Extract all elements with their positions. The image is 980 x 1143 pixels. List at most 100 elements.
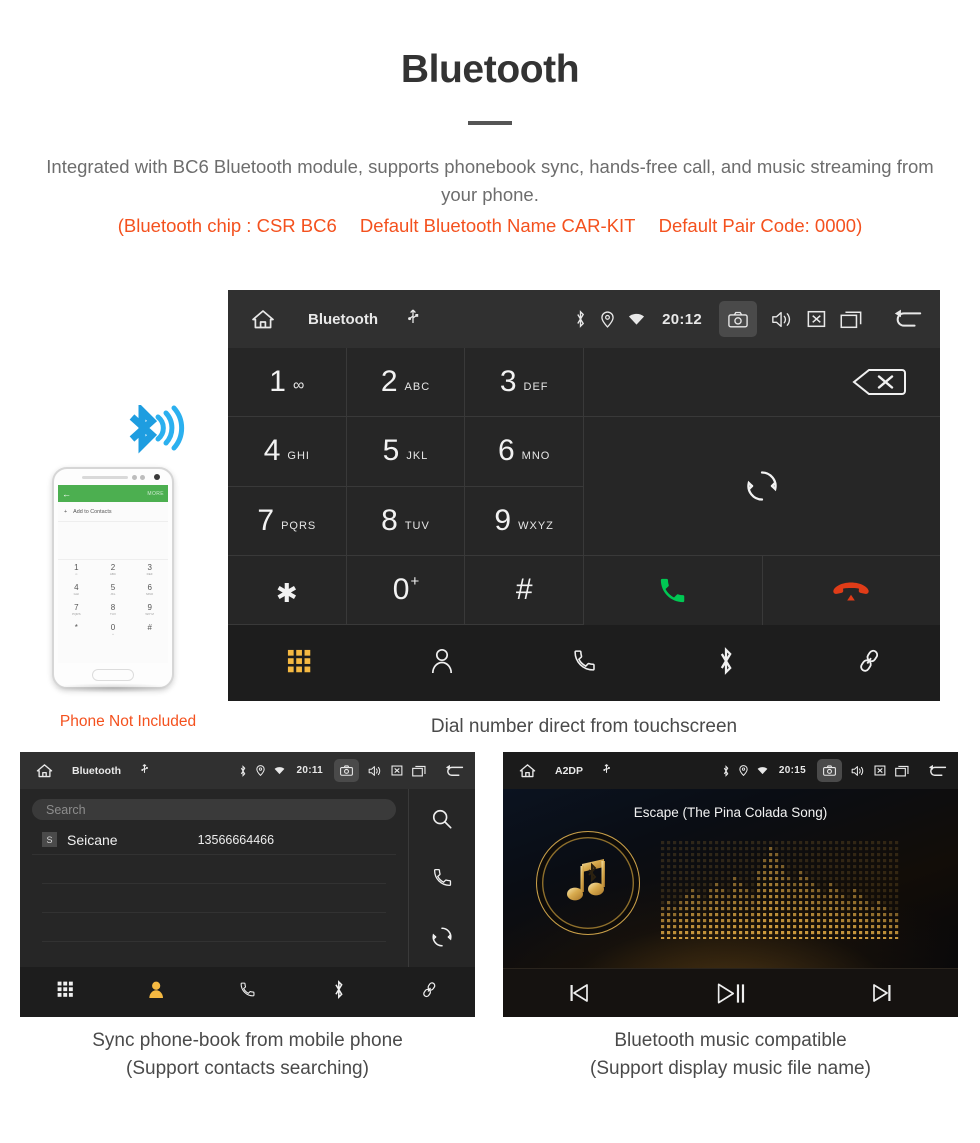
- recent-apps-icon[interactable]: [895, 765, 910, 777]
- phone-speaker: [82, 476, 128, 479]
- nav-item-bluetooth[interactable]: [293, 980, 384, 1004]
- contacts-body: Search S Seicane 13566664466: [20, 789, 475, 967]
- phone-dial-key: 2 ABC: [95, 560, 132, 580]
- mute-icon[interactable]: [391, 765, 403, 776]
- track-title: Escape (The Pina Colada Song): [633, 805, 828, 820]
- camera-icon[interactable]: [817, 759, 842, 782]
- camera-icon[interactable]: [719, 301, 757, 337]
- head-unit-dialer-screen: Bluetooth 20:12 1 ∞ 2 ABC 3 DEF 4 GHI 5 …: [228, 290, 940, 701]
- screen-title: Bluetooth: [308, 310, 378, 328]
- phone-add-to-contacts: + Add to Contacts: [58, 502, 168, 522]
- next-button[interactable]: [806, 982, 958, 1004]
- key-letters: [76, 632, 77, 636]
- dial-key-1[interactable]: 1 ∞: [228, 348, 347, 418]
- contact-row[interactable]: S Seicane 13566664466: [32, 825, 396, 855]
- hangup-button[interactable]: [763, 556, 941, 625]
- phone-call-row: [58, 660, 168, 663]
- dial-key-8[interactable]: 8 TUV: [346, 486, 466, 556]
- head-unit-music-screen: A2DP 20:15 Escape (The Pina Colada Song): [503, 752, 958, 1017]
- recent-apps-icon[interactable]: [412, 765, 427, 777]
- phone-dial-key: 0 +: [95, 620, 132, 640]
- dialpad-grid: 1 ∞ 2 ABC 3 DEF 4 GHI 5 JKL 6 MNO 7 PQRS 8 TUV 9 WXYZ ✱ 0 + #: [228, 348, 584, 625]
- phone-dial-key: 9 WXYZ: [131, 600, 168, 620]
- sync-button[interactable]: [584, 417, 940, 556]
- screen-title: A2DP: [555, 764, 584, 777]
- key-letters: GHI: [73, 591, 79, 596]
- dial-button[interactable]: [409, 848, 475, 907]
- volume-icon[interactable]: [368, 765, 382, 777]
- nav-item-dialpad[interactable]: [228, 649, 370, 678]
- nav-item-link[interactable]: [798, 648, 940, 679]
- key-number: 5: [382, 434, 400, 468]
- search-input[interactable]: Search: [32, 799, 396, 820]
- key-number: 9: [147, 602, 152, 612]
- back-arrow-icon[interactable]: [444, 764, 465, 778]
- key-letters: JKL: [110, 591, 116, 596]
- back-arrow-icon[interactable]: [892, 308, 924, 330]
- home-icon[interactable]: [28, 762, 60, 779]
- call-button[interactable]: [584, 556, 763, 625]
- dial-key-4[interactable]: 4 GHI: [228, 417, 347, 487]
- previous-button[interactable]: [503, 982, 655, 1004]
- key-number: 1: [74, 562, 79, 572]
- bluetooth-icon: [574, 310, 587, 328]
- phone-sensor: [132, 474, 137, 480]
- dial-key-9[interactable]: 9 WXYZ: [465, 486, 584, 556]
- spec-chip: (Bluetooth chip : CSR BC6: [117, 215, 337, 236]
- music-body: Escape (The Pina Colada Song): [503, 789, 958, 968]
- search-button[interactable]: [409, 789, 475, 848]
- nav-item-call-log[interactable]: [513, 648, 655, 678]
- phone-dial-key: 6 MNO: [131, 580, 168, 600]
- key-letters: ∞: [75, 571, 78, 576]
- phone-more-label: MORE: [147, 490, 164, 497]
- nav-item-dialpad[interactable]: [20, 981, 111, 1002]
- back-arrow-icon[interactable]: [927, 764, 948, 778]
- nav-item-call-log[interactable]: [202, 981, 293, 1003]
- dial-key-0[interactable]: 0 +: [346, 555, 466, 625]
- dial-key-5[interactable]: 5 JKL: [346, 417, 466, 487]
- usb-icon: [140, 762, 149, 780]
- recent-apps-icon[interactable]: [840, 310, 864, 329]
- phone-dial-key: 8 TUV: [95, 600, 132, 620]
- phone-dial-key: 1 ∞: [58, 560, 95, 580]
- mute-icon[interactable]: [807, 310, 826, 328]
- nav-item-contacts[interactable]: [111, 981, 202, 1004]
- camera-icon[interactable]: [334, 759, 359, 782]
- nav-item-link[interactable]: [384, 981, 475, 1004]
- phone-handset-icon: [239, 981, 256, 1003]
- backspace-button[interactable]: [584, 348, 940, 417]
- contacts-person-icon: [430, 648, 454, 679]
- volume-icon[interactable]: [771, 310, 793, 329]
- skip-previous-icon: [570, 984, 588, 1002]
- dial-key-star[interactable]: ✱: [228, 555, 347, 625]
- bluetooth-signal-icon: [129, 405, 185, 454]
- key-letters: DEF: [146, 571, 153, 576]
- usb-icon: [406, 308, 420, 331]
- mute-icon[interactable]: [874, 765, 886, 776]
- bottom-nav-bar: [228, 625, 940, 701]
- volume-icon[interactable]: [851, 765, 865, 777]
- phone-handset-icon: [572, 648, 597, 678]
- key-number: 9: [494, 503, 512, 537]
- dial-key-7[interactable]: 7 PQRS: [228, 486, 347, 556]
- contact-number: 13566664466: [197, 832, 275, 847]
- sync-button[interactable]: [409, 908, 475, 967]
- usb-icon: [602, 762, 611, 780]
- clock: 20:11: [296, 765, 323, 776]
- key-number: 2: [380, 365, 398, 399]
- home-icon[interactable]: [511, 762, 543, 779]
- nav-item-bluetooth[interactable]: [655, 646, 797, 680]
- location-pin-icon: [601, 310, 614, 328]
- contacts-side-actions: [408, 789, 475, 967]
- dial-key-3[interactable]: 3 DEF: [465, 348, 584, 418]
- key-letters: MNO: [521, 450, 551, 463]
- home-icon[interactable]: [240, 307, 286, 331]
- nav-item-contacts[interactable]: [370, 648, 512, 679]
- dial-key-6[interactable]: 6 MNO: [465, 417, 584, 487]
- left-caption-line2: (Support contacts searching): [126, 1058, 369, 1079]
- dial-key-2[interactable]: 2 ABC: [346, 348, 466, 418]
- play-pause-button[interactable]: [655, 981, 807, 1006]
- key-letters: ABC: [109, 571, 117, 576]
- spec-pair-code: Default Pair Code: 0000): [658, 215, 863, 236]
- dial-key-hash[interactable]: #: [465, 555, 584, 625]
